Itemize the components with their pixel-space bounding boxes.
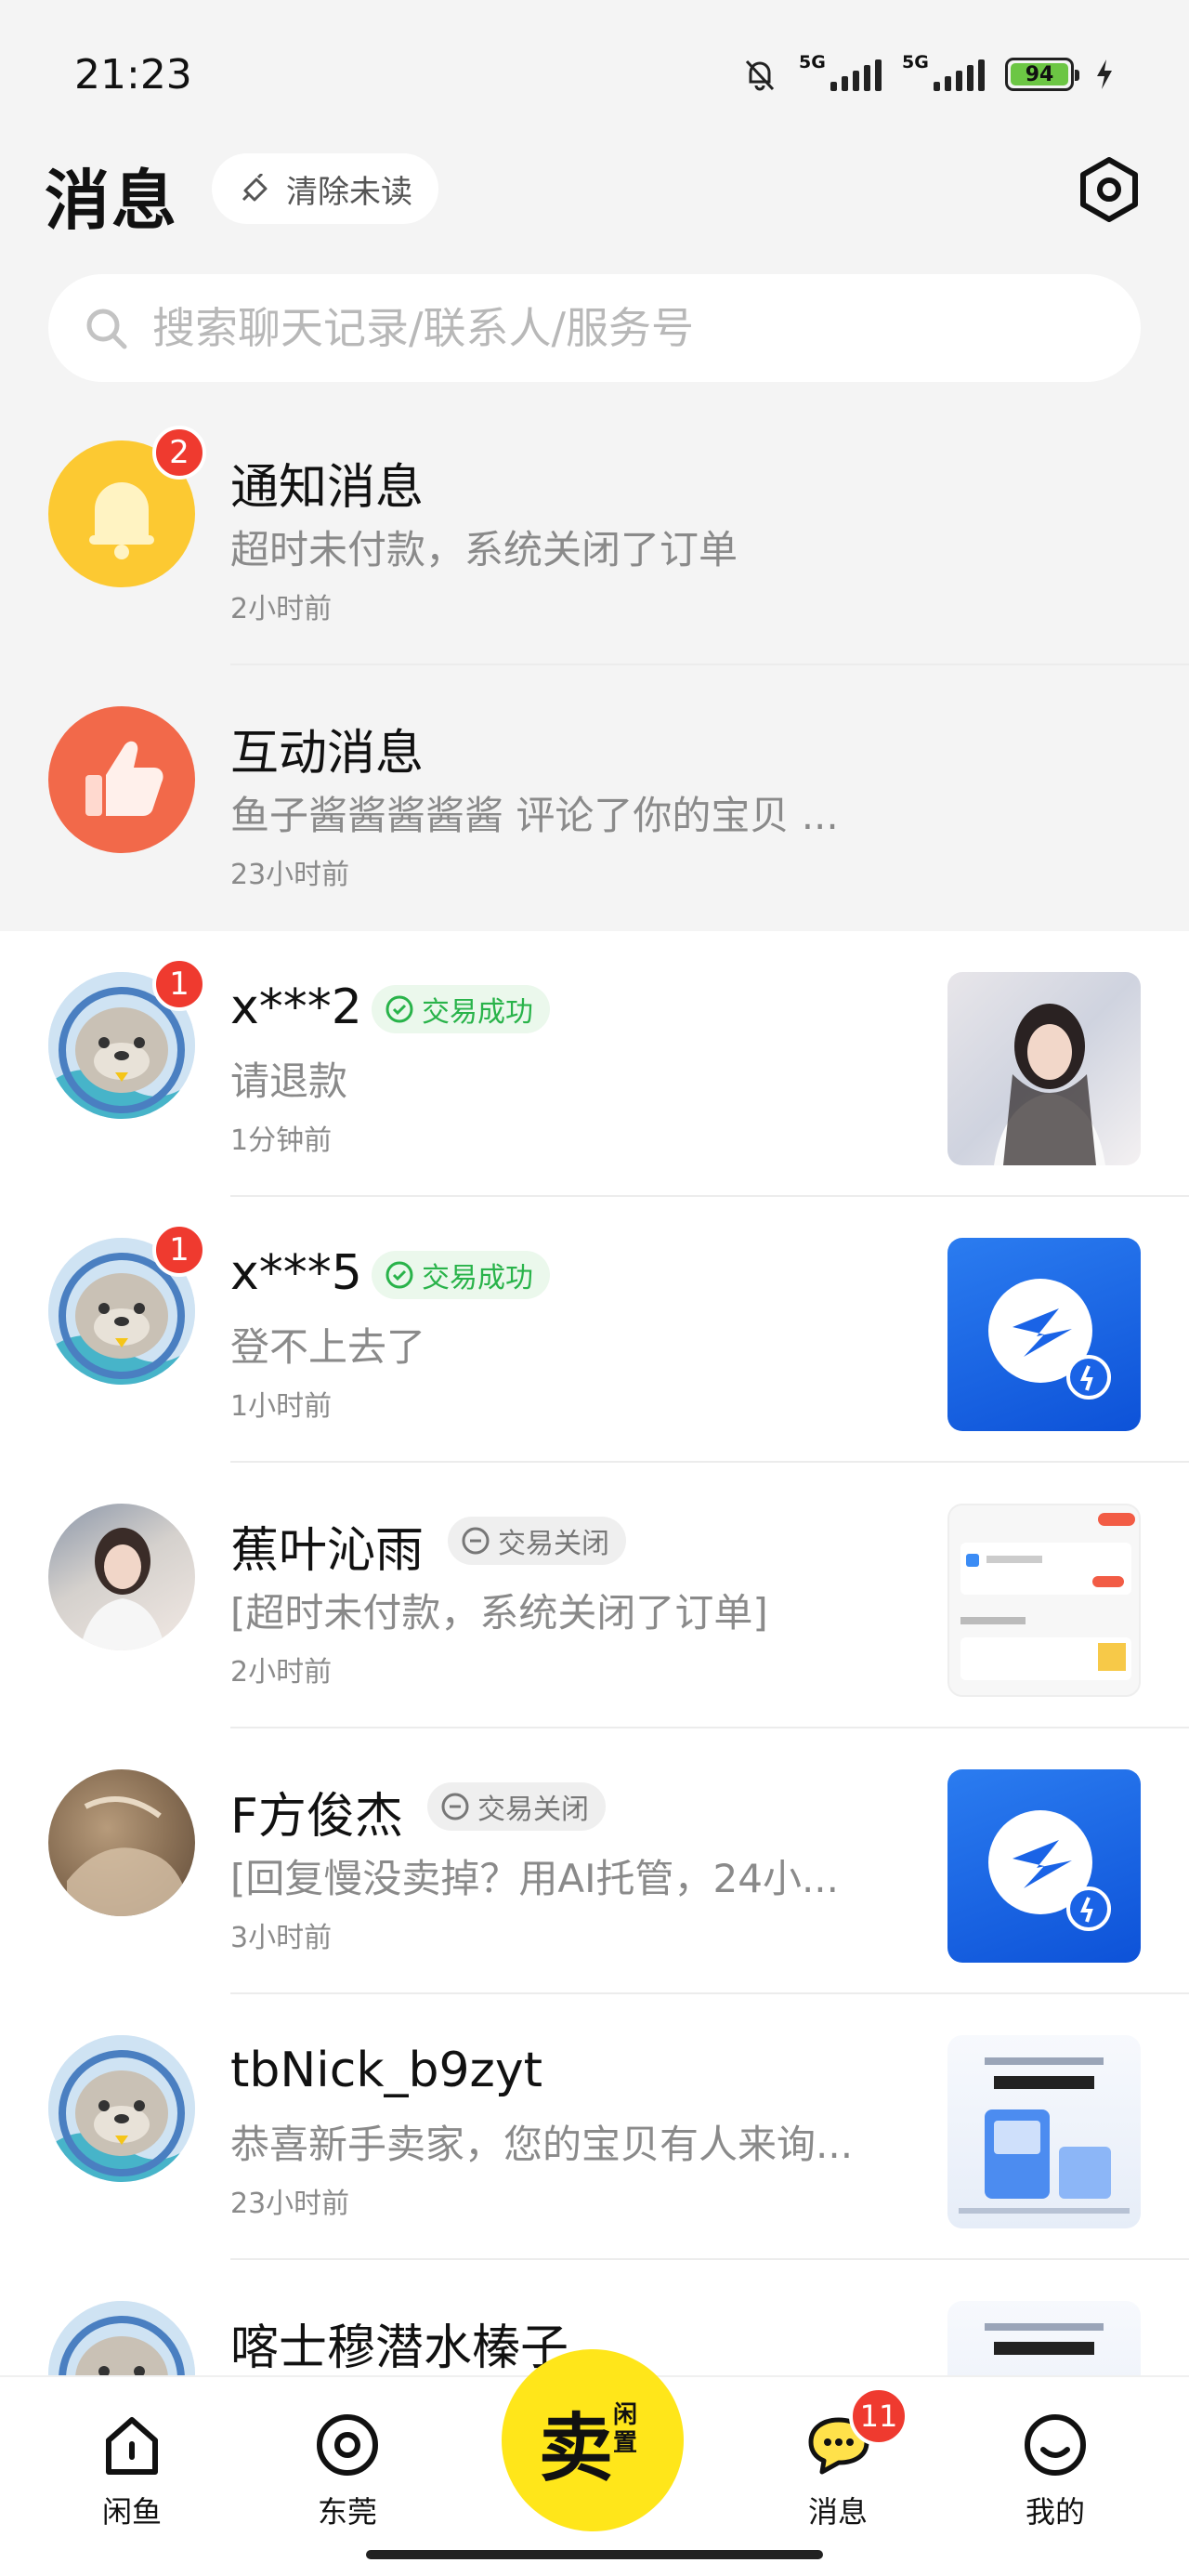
chat-preview: [超时未付款，系统关闭了订单] <box>230 1590 768 1636</box>
signal-icon: 5G <box>902 52 985 91</box>
trade-status-label: 交易成功 <box>422 996 533 1029</box>
chat-row[interactable]: tbNick_b9zyt 恭喜新手卖家，您的宝贝有人来询... 23小时前 <box>0 1994 1189 2260</box>
trade-status-badge: 交易关闭 <box>448 1517 626 1565</box>
sell-sub-label: 闲置 <box>613 2401 638 2457</box>
battery-level: 94 <box>1011 63 1068 86</box>
ad-thumbnail <box>947 2035 1141 2228</box>
home-icon <box>106 2417 158 2475</box>
minus-circle-icon <box>462 1527 490 1555</box>
mute-bell-icon <box>745 59 775 91</box>
broom-icon <box>242 174 268 202</box>
status-bar: 21:23 5G 5G 94 <box>0 0 1189 149</box>
otter-avatar <box>48 2035 195 2182</box>
chat-preview: 请退款 <box>230 1058 348 1104</box>
photo-avatar <box>48 1769 195 1916</box>
unread-badge: 1 <box>152 1223 206 1277</box>
nav-label: 消息 <box>807 2494 868 2530</box>
nav-me[interactable]: 我的 <box>981 2409 1130 2531</box>
chat-preview: 恭喜新手卖家，您的宝贝有人来询... <box>230 2122 854 2167</box>
check-circle-icon <box>385 1261 413 1289</box>
status-icons: 5G 5G 94 <box>741 52 1115 93</box>
trade-status-label: 交易关闭 <box>477 1794 589 1826</box>
row-time: 23小时前 <box>230 859 350 891</box>
row-time: 2小时前 <box>230 593 333 625</box>
trade-status-badge: 交易关闭 <box>427 1782 606 1831</box>
minus-circle-icon <box>441 1793 469 1820</box>
settings-icon[interactable] <box>1076 156 1143 223</box>
location-icon <box>317 2414 378 2476</box>
chat-time: 1分钟前 <box>230 1124 333 1157</box>
interaction-row[interactable]: 互动消息 鱼子酱酱酱酱酱 评论了你的宝贝 ... 23小时前 <box>0 665 1189 931</box>
nav-home[interactable]: 闲鱼 <box>58 2409 206 2531</box>
nav-label: 我的 <box>1025 2494 1085 2530</box>
chat-row[interactable]: F方俊杰 交易关闭 [回复慢没卖掉？用AI托管，24小... 3小时前 <box>0 1728 1189 1994</box>
chat-time: 2小时前 <box>230 1656 333 1689</box>
clear-unread-label: 清除未读 <box>286 173 412 211</box>
nav-label: 闲鱼 <box>101 2494 162 2530</box>
row-preview: 超时未付款，系统关闭了订单 <box>230 527 738 572</box>
check-circle-icon <box>385 995 413 1023</box>
row-title: 互动消息 <box>230 726 425 782</box>
notification-row[interactable]: 2 通知消息 超时未付款，系统关闭了订单 2小时前 <box>0 400 1189 665</box>
status-time: 21:23 <box>74 51 192 99</box>
ad-thumbnail <box>947 2301 1141 2375</box>
signal-icon: 5G <box>799 52 882 91</box>
nav-messages[interactable]: 消息 11 <box>764 2386 912 2531</box>
contact-name: 蕉叶沁雨 <box>230 1523 425 1579</box>
clear-unread-button[interactable]: 清除未读 <box>212 153 438 224</box>
trade-status-badge: 交易成功 <box>372 985 550 1033</box>
photo-avatar <box>48 1504 195 1650</box>
smile-icon <box>1025 2414 1086 2476</box>
row-title: 通知消息 <box>230 460 425 516</box>
search-input[interactable] <box>152 293 1100 363</box>
contact-name: x***5 <box>230 1245 362 1301</box>
sell-label: 卖 <box>539 2405 613 2491</box>
app-icon-thumbnail <box>947 1769 1141 1963</box>
product-thumbnail <box>947 972 1141 1165</box>
chat-row[interactable]: 蕉叶沁雨 交易关闭 [超时未付款，系统关闭了订单] 2小时前 <box>0 1463 1189 1728</box>
nav-location[interactable]: 东莞 <box>273 2409 422 2531</box>
trade-status-badge: 交易成功 <box>372 1251 550 1299</box>
chat-preview: [回复慢没卖掉？用AI托管，24小... <box>230 1856 839 1901</box>
network-label: 5G <box>799 52 826 72</box>
trade-status-label: 交易关闭 <box>498 1528 609 1560</box>
chat-preview: 登不上去了 <box>230 1324 426 1370</box>
home-indicator <box>366 2550 823 2559</box>
app-icon-thumbnail <box>947 1238 1141 1431</box>
contact-name: F方俊杰 <box>230 1789 403 1845</box>
unread-badge: 1 <box>152 957 206 1011</box>
chat-row[interactable]: 1 x***2 交易成功 请退款 1分钟前 <box>0 931 1189 1197</box>
row-preview: 鱼子酱酱酱酱酱 评论了你的宝贝 ... <box>230 793 839 838</box>
chat-row[interactable]: 1 x***5 交易成功 登不上去了 1小时前 <box>0 1197 1189 1463</box>
contact-name: tbNick_b9zyt <box>230 2043 542 2098</box>
nav-label: 东莞 <box>317 2494 377 2530</box>
thumbs-avatar <box>48 706 195 853</box>
sell-button[interactable]: 卖 闲置 <box>502 2349 684 2531</box>
page-title: 消息 <box>45 163 178 239</box>
chat-time: 1小时前 <box>230 1390 333 1423</box>
contact-name: 喀士穆潜水榛子 <box>230 2320 569 2375</box>
battery-icon: 94 <box>1005 58 1079 91</box>
search-bar[interactable] <box>48 274 1141 382</box>
contact-name: x***2 <box>230 979 362 1035</box>
bottom-navigation: 闲鱼 东莞 卖 闲置 消息 11 我的 <box>0 2349 1189 2576</box>
unread-badge: 11 <box>849 2386 908 2446</box>
network-label: 5G <box>902 52 929 72</box>
thumbs-up-icon <box>85 741 163 816</box>
chat-time: 23小时前 <box>230 2188 350 2220</box>
chat-time: 3小时前 <box>230 1922 333 1954</box>
otter-avatar <box>48 2301 195 2375</box>
unread-badge: 2 <box>152 426 206 480</box>
trade-status-label: 交易成功 <box>422 1262 533 1295</box>
search-icon <box>86 309 127 349</box>
charging-icon <box>1097 59 1112 89</box>
screenshot-thumbnail <box>947 1504 1141 1697</box>
